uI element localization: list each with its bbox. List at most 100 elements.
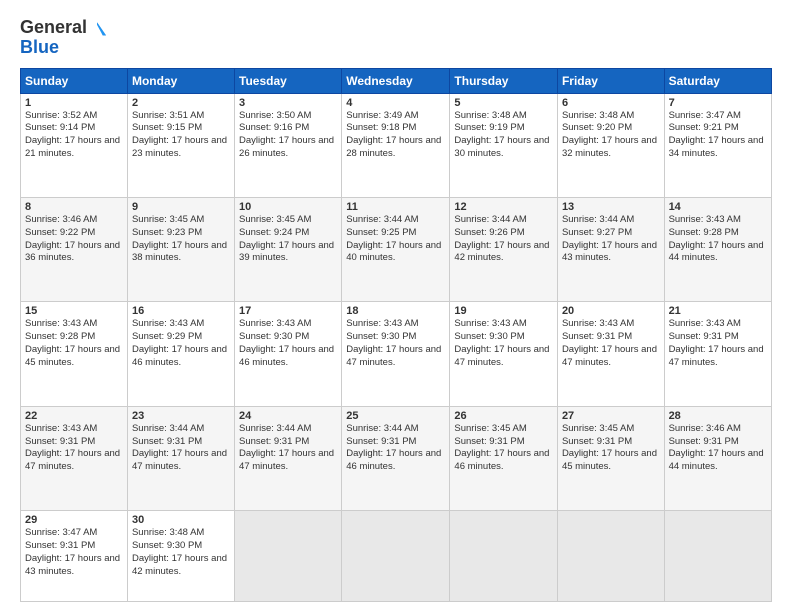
table-row: 6 Sunrise: 3:48 AMSunset: 9:20 PMDayligh…	[557, 93, 664, 197]
logo-general: General	[20, 18, 87, 38]
day-info: Sunrise: 3:44 AMSunset: 9:26 PMDaylight:…	[454, 214, 549, 263]
day-info: Sunrise: 3:48 AMSunset: 9:19 PMDaylight:…	[454, 110, 549, 159]
day-info: Sunrise: 3:43 AMSunset: 9:28 PMDaylight:…	[25, 318, 120, 367]
table-row: 26 Sunrise: 3:45 AMSunset: 9:31 PMDaylig…	[450, 406, 558, 510]
day-info: Sunrise: 3:48 AMSunset: 9:30 PMDaylight:…	[132, 527, 227, 576]
table-row: 18 Sunrise: 3:43 AMSunset: 9:30 PMDaylig…	[342, 302, 450, 406]
day-number: 28	[669, 410, 767, 422]
day-info: Sunrise: 3:43 AMSunset: 9:31 PMDaylight:…	[25, 423, 120, 472]
day-info: Sunrise: 3:44 AMSunset: 9:31 PMDaylight:…	[346, 423, 441, 472]
day-number: 29	[25, 514, 123, 526]
day-info: Sunrise: 3:44 AMSunset: 9:31 PMDaylight:…	[239, 423, 334, 472]
day-info: Sunrise: 3:50 AMSunset: 9:16 PMDaylight:…	[239, 110, 334, 159]
table-row	[664, 511, 771, 602]
table-row: 28 Sunrise: 3:46 AMSunset: 9:31 PMDaylig…	[664, 406, 771, 510]
day-info: Sunrise: 3:46 AMSunset: 9:31 PMDaylight:…	[669, 423, 764, 472]
logo: General Blue	[20, 18, 107, 58]
table-row: 14 Sunrise: 3:43 AMSunset: 9:28 PMDaylig…	[664, 198, 771, 302]
day-info: Sunrise: 3:47 AMSunset: 9:21 PMDaylight:…	[669, 110, 764, 159]
day-number: 13	[562, 201, 660, 213]
table-row	[557, 511, 664, 602]
col-tuesday: Tuesday	[235, 68, 342, 93]
col-saturday: Saturday	[664, 68, 771, 93]
day-number: 12	[454, 201, 553, 213]
table-row: 2 Sunrise: 3:51 AMSunset: 9:15 PMDayligh…	[127, 93, 234, 197]
day-number: 17	[239, 305, 337, 317]
logo-icon	[88, 19, 106, 37]
day-number: 25	[346, 410, 445, 422]
day-number: 20	[562, 305, 660, 317]
day-info: Sunrise: 3:44 AMSunset: 9:25 PMDaylight:…	[346, 214, 441, 263]
day-info: Sunrise: 3:49 AMSunset: 9:18 PMDaylight:…	[346, 110, 441, 159]
day-number: 4	[346, 97, 445, 109]
calendar-table: Sunday Monday Tuesday Wednesday Thursday…	[20, 68, 772, 602]
col-friday: Friday	[557, 68, 664, 93]
day-number: 8	[25, 201, 123, 213]
day-number: 2	[132, 97, 230, 109]
day-info: Sunrise: 3:43 AMSunset: 9:31 PMDaylight:…	[669, 318, 764, 367]
table-row: 24 Sunrise: 3:44 AMSunset: 9:31 PMDaylig…	[235, 406, 342, 510]
table-row: 30 Sunrise: 3:48 AMSunset: 9:30 PMDaylig…	[127, 511, 234, 602]
table-row: 1 Sunrise: 3:52 AMSunset: 9:14 PMDayligh…	[21, 93, 128, 197]
day-info: Sunrise: 3:43 AMSunset: 9:30 PMDaylight:…	[346, 318, 441, 367]
table-row: 15 Sunrise: 3:43 AMSunset: 9:28 PMDaylig…	[21, 302, 128, 406]
col-wednesday: Wednesday	[342, 68, 450, 93]
table-row: 20 Sunrise: 3:43 AMSunset: 9:31 PMDaylig…	[557, 302, 664, 406]
table-row: 5 Sunrise: 3:48 AMSunset: 9:19 PMDayligh…	[450, 93, 558, 197]
day-info: Sunrise: 3:43 AMSunset: 9:31 PMDaylight:…	[562, 318, 657, 367]
table-row: 23 Sunrise: 3:44 AMSunset: 9:31 PMDaylig…	[127, 406, 234, 510]
day-number: 23	[132, 410, 230, 422]
day-info: Sunrise: 3:48 AMSunset: 9:20 PMDaylight:…	[562, 110, 657, 159]
day-number: 27	[562, 410, 660, 422]
day-info: Sunrise: 3:43 AMSunset: 9:30 PMDaylight:…	[454, 318, 549, 367]
day-number: 18	[346, 305, 445, 317]
header: General Blue	[20, 18, 772, 58]
day-info: Sunrise: 3:45 AMSunset: 9:23 PMDaylight:…	[132, 214, 227, 263]
day-info: Sunrise: 3:43 AMSunset: 9:30 PMDaylight:…	[239, 318, 334, 367]
col-sunday: Sunday	[21, 68, 128, 93]
day-info: Sunrise: 3:44 AMSunset: 9:31 PMDaylight:…	[132, 423, 227, 472]
table-row: 27 Sunrise: 3:45 AMSunset: 9:31 PMDaylig…	[557, 406, 664, 510]
day-number: 6	[562, 97, 660, 109]
col-thursday: Thursday	[450, 68, 558, 93]
day-number: 9	[132, 201, 230, 213]
day-info: Sunrise: 3:43 AMSunset: 9:28 PMDaylight:…	[669, 214, 764, 263]
day-number: 22	[25, 410, 123, 422]
day-info: Sunrise: 3:44 AMSunset: 9:27 PMDaylight:…	[562, 214, 657, 263]
table-row	[235, 511, 342, 602]
table-row: 22 Sunrise: 3:43 AMSunset: 9:31 PMDaylig…	[21, 406, 128, 510]
day-number: 21	[669, 305, 767, 317]
table-row: 16 Sunrise: 3:43 AMSunset: 9:29 PMDaylig…	[127, 302, 234, 406]
table-row: 11 Sunrise: 3:44 AMSunset: 9:25 PMDaylig…	[342, 198, 450, 302]
day-number: 30	[132, 514, 230, 526]
table-row: 4 Sunrise: 3:49 AMSunset: 9:18 PMDayligh…	[342, 93, 450, 197]
day-info: Sunrise: 3:45 AMSunset: 9:24 PMDaylight:…	[239, 214, 334, 263]
day-number: 15	[25, 305, 123, 317]
table-row: 19 Sunrise: 3:43 AMSunset: 9:30 PMDaylig…	[450, 302, 558, 406]
table-row: 7 Sunrise: 3:47 AMSunset: 9:21 PMDayligh…	[664, 93, 771, 197]
table-row: 3 Sunrise: 3:50 AMSunset: 9:16 PMDayligh…	[235, 93, 342, 197]
table-row: 17 Sunrise: 3:43 AMSunset: 9:30 PMDaylig…	[235, 302, 342, 406]
table-row: 8 Sunrise: 3:46 AMSunset: 9:22 PMDayligh…	[21, 198, 128, 302]
day-number: 19	[454, 305, 553, 317]
table-row: 29 Sunrise: 3:47 AMSunset: 9:31 PMDaylig…	[21, 511, 128, 602]
day-number: 3	[239, 97, 337, 109]
logo-blue: Blue	[20, 38, 107, 58]
day-info: Sunrise: 3:43 AMSunset: 9:29 PMDaylight:…	[132, 318, 227, 367]
table-row: 13 Sunrise: 3:44 AMSunset: 9:27 PMDaylig…	[557, 198, 664, 302]
day-number: 24	[239, 410, 337, 422]
table-row: 10 Sunrise: 3:45 AMSunset: 9:24 PMDaylig…	[235, 198, 342, 302]
table-row: 21 Sunrise: 3:43 AMSunset: 9:31 PMDaylig…	[664, 302, 771, 406]
table-row: 9 Sunrise: 3:45 AMSunset: 9:23 PMDayligh…	[127, 198, 234, 302]
day-info: Sunrise: 3:51 AMSunset: 9:15 PMDaylight:…	[132, 110, 227, 159]
calendar-header-row: Sunday Monday Tuesday Wednesday Thursday…	[21, 68, 772, 93]
page: General Blue Sunday Monday Tuesday Wedne…	[0, 0, 792, 612]
day-info: Sunrise: 3:46 AMSunset: 9:22 PMDaylight:…	[25, 214, 120, 263]
day-number: 14	[669, 201, 767, 213]
table-row	[342, 511, 450, 602]
table-row	[450, 511, 558, 602]
day-info: Sunrise: 3:45 AMSunset: 9:31 PMDaylight:…	[562, 423, 657, 472]
day-number: 1	[25, 97, 123, 109]
day-number: 7	[669, 97, 767, 109]
table-row: 12 Sunrise: 3:44 AMSunset: 9:26 PMDaylig…	[450, 198, 558, 302]
